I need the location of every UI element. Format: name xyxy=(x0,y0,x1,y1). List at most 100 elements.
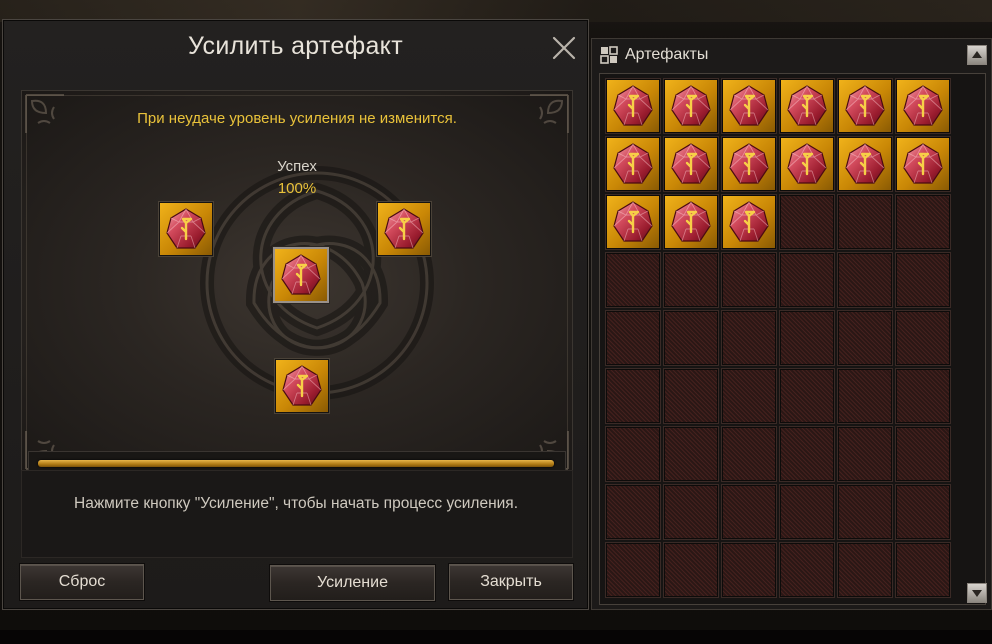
artifact-slot-empty[interactable] xyxy=(780,311,834,365)
artifact-slot-empty[interactable] xyxy=(664,311,718,365)
artifact-slot-empty[interactable] xyxy=(606,543,660,597)
target-artifact-slot[interactable] xyxy=(273,247,329,303)
artifact-slot-filled[interactable] xyxy=(896,137,950,191)
material-slot-left[interactable] xyxy=(159,202,213,256)
progress-fill xyxy=(38,460,554,467)
artifact-slot-empty[interactable] xyxy=(896,195,950,249)
artifact-slot-empty[interactable] xyxy=(664,427,718,481)
artifact-slot-empty[interactable] xyxy=(838,485,892,539)
artifact-slot-filled[interactable] xyxy=(606,79,660,133)
red-rune-crystal-icon xyxy=(842,141,888,187)
artifact-slot-empty[interactable] xyxy=(722,369,776,423)
material-slot-right[interactable] xyxy=(377,202,431,256)
red-rune-crystal-icon xyxy=(668,141,714,187)
success-label: Успех xyxy=(277,158,317,175)
artifact-slot-empty[interactable] xyxy=(606,485,660,539)
artifact-slot-empty[interactable] xyxy=(780,369,834,423)
failure-notice: При неудаче уровень усиления не изменитс… xyxy=(137,110,457,127)
enhance-button[interactable]: Усиление xyxy=(270,565,435,601)
artifact-slot-filled[interactable] xyxy=(722,137,776,191)
artifact-slot-empty[interactable] xyxy=(722,485,776,539)
scroll-down-button[interactable] xyxy=(967,583,987,603)
artifact-slot-filled[interactable] xyxy=(722,79,776,133)
close-button[interactable]: Закрыть xyxy=(449,564,573,600)
artifact-slot-filled[interactable] xyxy=(606,137,660,191)
artifact-slot-empty[interactable] xyxy=(838,253,892,307)
red-rune-crystal-icon xyxy=(668,83,714,129)
artifact-slot-filled[interactable] xyxy=(664,137,718,191)
red-rune-crystal-icon xyxy=(784,141,830,187)
red-rune-crystal-icon xyxy=(668,199,714,245)
red-rune-crystal-icon xyxy=(610,83,656,129)
artifact-slot-empty[interactable] xyxy=(606,427,660,481)
artifact-slot-empty[interactable] xyxy=(838,543,892,597)
artifact-slot-empty[interactable] xyxy=(896,369,950,423)
artifact-slot-empty[interactable] xyxy=(780,195,834,249)
red-rune-crystal-icon xyxy=(610,141,656,187)
arrow-up-icon xyxy=(972,51,982,58)
artifact-slot-empty[interactable] xyxy=(780,253,834,307)
artifact-slot-empty[interactable] xyxy=(606,253,660,307)
enhance-stage: При неудаче уровень усиления не изменитс… xyxy=(21,90,573,475)
artifact-slot-empty[interactable] xyxy=(780,485,834,539)
artifact-slot-empty[interactable] xyxy=(722,253,776,307)
window-title: Усилить артефакт xyxy=(188,32,403,60)
close-icon[interactable] xyxy=(550,34,578,62)
artifact-slot-filled[interactable] xyxy=(838,79,892,133)
artifact-slot-empty[interactable] xyxy=(606,369,660,423)
artifact-slot-filled[interactable] xyxy=(722,195,776,249)
artifact-slot-empty[interactable] xyxy=(664,485,718,539)
artifact-slot-empty[interactable] xyxy=(664,369,718,423)
artifact-slot-empty[interactable] xyxy=(722,311,776,365)
artifact-slot-filled[interactable] xyxy=(780,79,834,133)
artifact-slot-empty[interactable] xyxy=(664,253,718,307)
artifact-slot-empty[interactable] xyxy=(722,543,776,597)
artifact-slot-empty[interactable] xyxy=(838,369,892,423)
enhance-artifact-window: Усилить артефакт При неудаче уровень уси… xyxy=(2,19,589,610)
red-rune-crystal-icon xyxy=(726,83,772,129)
artifacts-title: Артефакты xyxy=(625,46,709,63)
red-rune-crystal-icon xyxy=(784,83,830,129)
artifact-slot-filled[interactable] xyxy=(606,195,660,249)
artifacts-grid xyxy=(606,79,950,597)
artifact-slot-empty[interactable] xyxy=(664,543,718,597)
artifact-slot-empty[interactable] xyxy=(722,427,776,481)
red-rune-crystal-icon xyxy=(279,363,325,409)
artifact-slot-empty[interactable] xyxy=(606,311,660,365)
artifacts-panel: Артефакты xyxy=(591,38,992,610)
artifact-slot-empty[interactable] xyxy=(896,253,950,307)
red-rune-crystal-icon xyxy=(610,199,656,245)
inventory-icon xyxy=(599,45,619,65)
success-rate: 100% xyxy=(277,180,317,197)
hint-text: Нажмите кнопку "Усиление", чтобы начать … xyxy=(74,495,519,512)
red-rune-crystal-icon xyxy=(842,83,888,129)
reset-button[interactable]: Сброс xyxy=(20,564,144,600)
artifact-slot-filled[interactable] xyxy=(664,79,718,133)
artifact-slot-empty[interactable] xyxy=(838,195,892,249)
red-rune-crystal-icon xyxy=(900,83,946,129)
scroll-up-button[interactable] xyxy=(967,45,987,65)
artifact-slot-empty[interactable] xyxy=(896,427,950,481)
red-rune-crystal-icon xyxy=(900,141,946,187)
material-slot-bottom[interactable] xyxy=(275,359,329,413)
artifact-slot-empty[interactable] xyxy=(838,427,892,481)
artifact-slot-empty[interactable] xyxy=(780,427,834,481)
artifact-slot-empty[interactable] xyxy=(780,543,834,597)
artifact-slot-empty[interactable] xyxy=(838,311,892,365)
artifact-slot-empty[interactable] xyxy=(896,543,950,597)
artifact-slot-empty[interactable] xyxy=(896,485,950,539)
artifact-slot-filled[interactable] xyxy=(838,137,892,191)
artifacts-header: Артефакты xyxy=(592,39,991,71)
arrow-down-icon xyxy=(972,590,982,597)
red-rune-crystal-icon xyxy=(726,141,772,187)
artifacts-grid-frame xyxy=(599,73,986,605)
red-rune-crystal-icon xyxy=(726,199,772,245)
backdrop-bottom-strip xyxy=(0,630,992,644)
artifact-slot-filled[interactable] xyxy=(664,195,718,249)
artifact-slot-empty[interactable] xyxy=(896,311,950,365)
red-rune-crystal-icon xyxy=(163,206,209,252)
artifact-slot-filled[interactable] xyxy=(896,79,950,133)
red-rune-crystal-icon xyxy=(278,252,324,298)
artifact-slot-filled[interactable] xyxy=(780,137,834,191)
red-rune-crystal-icon xyxy=(381,206,427,252)
